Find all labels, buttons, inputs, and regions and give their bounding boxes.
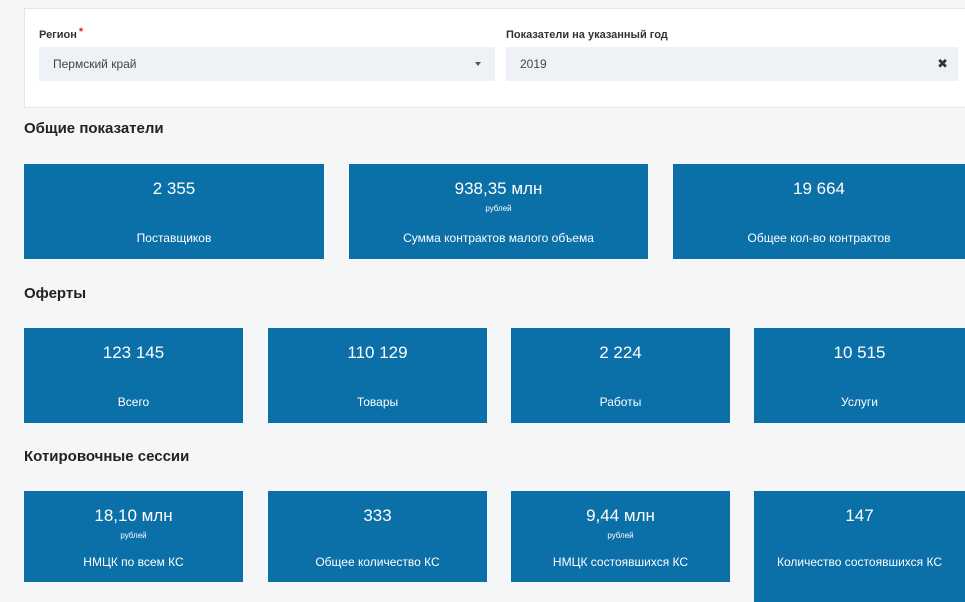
card-offers-services: 10 515 Услуги bbox=[754, 328, 965, 423]
card-label: НМЦК состоявшихся КС bbox=[552, 555, 689, 569]
card-value: 938,35 млн bbox=[454, 179, 543, 198]
section-title-sessions: Котировочные сессии bbox=[24, 448, 190, 465]
region-label: Регион * bbox=[39, 26, 84, 41]
card-value: 147 bbox=[845, 506, 874, 525]
card-value: 110 129 bbox=[347, 343, 408, 362]
card-label: Работы bbox=[599, 395, 642, 409]
year-select[interactable]: 2019 ✖ bbox=[506, 47, 958, 81]
card-label: Поставщиков bbox=[136, 231, 212, 245]
card-unit: рублей bbox=[120, 531, 147, 540]
card-nmck-completed: 9,44 млн рублей НМЦК состоявшихся КС bbox=[511, 491, 730, 582]
filter-panel: Регион * Пермский край Показатели на указ… bbox=[24, 8, 965, 108]
section-title-general: Общие показатели bbox=[24, 120, 164, 137]
card-suppliers: 2 355 Поставщиков bbox=[24, 164, 324, 259]
card-offers-goods: 110 129 Товары bbox=[268, 328, 487, 423]
card-label: Общее количество КС bbox=[315, 555, 440, 569]
card-value: 19 664 bbox=[793, 179, 845, 198]
card-value: 2 224 bbox=[599, 343, 642, 362]
required-mark: * bbox=[78, 26, 84, 38]
card-total-contracts: 19 664 Общее кол-во контрактов bbox=[673, 164, 965, 259]
card-value: 18,10 млн bbox=[94, 506, 173, 525]
card-label: Количество состоявшихся КС bbox=[776, 555, 943, 569]
card-value: 9,44 млн bbox=[586, 506, 655, 525]
card-label: Товары bbox=[356, 395, 399, 409]
card-small-contracts-sum: 938,35 млн рублей Сумма контрактов малог… bbox=[349, 164, 648, 259]
year-label: Показатели на указанный год bbox=[506, 29, 668, 41]
card-label: Общее кол-во контрактов bbox=[747, 231, 891, 245]
chevron-down-icon bbox=[475, 62, 481, 66]
card-offers-total: 123 145 Всего bbox=[24, 328, 243, 423]
card-sessions-count: 333 Общее количество КС bbox=[268, 491, 487, 582]
region-select[interactable]: Пермский край bbox=[39, 47, 495, 81]
card-label: Всего bbox=[117, 395, 150, 409]
card-label: Сумма контрактов малого объема bbox=[403, 231, 594, 245]
card-value: 333 bbox=[363, 506, 392, 525]
card-completed-sessions-count: 147 Количество состоявшихся КС bbox=[754, 491, 965, 602]
card-unit: рублей bbox=[485, 204, 512, 213]
card-label: НМЦК по всем КС bbox=[83, 555, 184, 569]
card-offers-works: 2 224 Работы bbox=[511, 328, 730, 423]
card-label: Услуги bbox=[841, 395, 878, 409]
card-value: 123 145 bbox=[102, 343, 165, 362]
section-title-offers: Оферты bbox=[24, 285, 87, 302]
clear-icon[interactable]: ✖ bbox=[937, 47, 948, 81]
card-unit: рублей bbox=[607, 531, 634, 540]
region-select-value: Пермский край bbox=[53, 57, 137, 71]
year-select-value: 2019 bbox=[520, 57, 547, 71]
card-value: 2 355 bbox=[152, 179, 196, 198]
card-nmck-all: 18,10 млн рублей НМЦК по всем КС bbox=[24, 491, 243, 582]
card-value: 10 515 bbox=[833, 343, 886, 362]
